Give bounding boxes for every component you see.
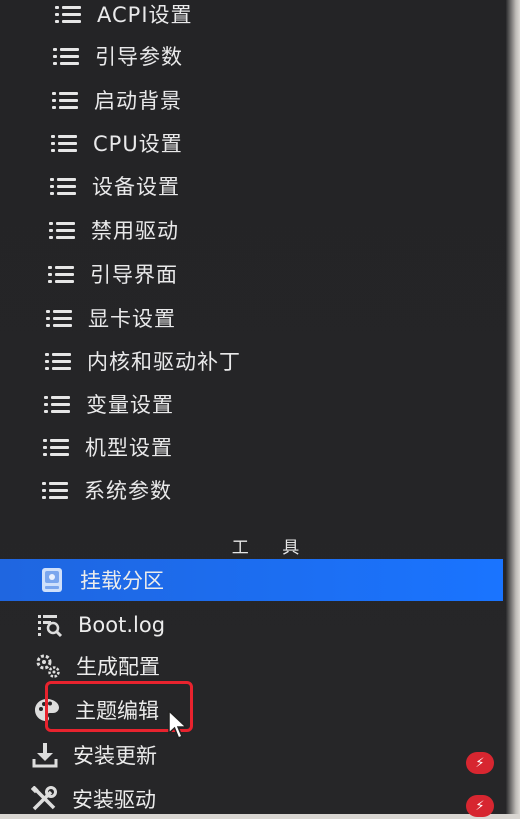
menu-item-label: 系统参数	[84, 479, 172, 503]
tool-label: Boot.log	[78, 613, 166, 637]
tools-section-title: 工 具	[231, 538, 314, 558]
menu-item-boot-args[interactable]: 引导参数	[53, 36, 183, 76]
menu-item-label: 禁用驱动	[91, 219, 179, 243]
sidebar-panel: ACPI设置 引导参数 启动背景 CPU设置 设备设置 禁用驱动 引导界面 显卡…	[0, 0, 520, 817]
tool-install-drivers[interactable]: 安装驱动	[30, 779, 156, 819]
tool-install-update[interactable]: 安装更新	[31, 735, 157, 775]
menu-item-label: 变量设置	[86, 393, 174, 417]
mouse-cursor-icon	[168, 709, 190, 744]
log-search-icon	[36, 611, 64, 639]
menu-item-smbios[interactable]: 机型设置	[43, 427, 173, 467]
tool-boot-log[interactable]: Boot.log	[36, 605, 165, 645]
tool-generate-config[interactable]: 生成配置	[34, 646, 160, 686]
menu-item-label: ACPI设置	[97, 3, 193, 27]
menu-item-label: 引导参数	[95, 45, 183, 69]
tool-label: 生成配置	[76, 655, 160, 679]
menu-item-boot-gui[interactable]: 引导界面	[48, 254, 178, 294]
disk-icon	[38, 566, 66, 594]
menu-item-kernel-patches[interactable]: 内核和驱动补丁	[45, 341, 241, 381]
list-icon	[44, 394, 70, 414]
menu-item-label: CPU设置	[93, 132, 183, 156]
menu-item-devices[interactable]: 设备设置	[50, 166, 180, 206]
tool-label: 安装更新	[73, 744, 157, 768]
list-icon	[43, 437, 69, 457]
gears-icon	[34, 652, 62, 680]
list-icon	[46, 308, 72, 328]
list-icon	[49, 220, 75, 240]
list-icon	[53, 46, 79, 66]
update-badge: ⚡	[466, 752, 494, 774]
menu-item-label: 设备设置	[92, 175, 180, 199]
list-icon	[55, 4, 81, 24]
menu-item-disable-drivers[interactable]: 禁用驱动	[49, 210, 179, 250]
download-icon	[31, 741, 59, 769]
tool-label: 挂载分区	[80, 569, 164, 593]
list-icon	[50, 176, 76, 196]
menu-item-label: 内核和驱动补丁	[87, 350, 241, 374]
menu-item-boot-background[interactable]: 启动背景	[52, 80, 182, 120]
menu-item-cpu[interactable]: CPU设置	[51, 123, 183, 163]
tool-label: 安装驱动	[72, 788, 156, 812]
screen-edge	[506, 0, 520, 814]
menu-item-label: 显卡设置	[88, 307, 176, 331]
menu-item-acpi[interactable]: ACPI设置	[55, 0, 193, 34]
menu-item-system-params[interactable]: 系统参数	[42, 470, 172, 510]
menu-item-label: 机型设置	[85, 436, 173, 460]
menu-item-label: 启动背景	[94, 89, 182, 113]
tool-mount-partition[interactable]: 挂载分区	[38, 560, 164, 600]
menu-item-variables[interactable]: 变量设置	[44, 384, 174, 424]
list-icon	[51, 133, 77, 153]
menu-item-graphics[interactable]: 显卡设置	[46, 298, 176, 338]
list-icon	[48, 264, 74, 284]
list-icon	[52, 90, 78, 110]
menu-item-label: 引导界面	[90, 263, 178, 287]
list-icon	[45, 351, 71, 371]
list-icon	[42, 480, 68, 500]
tools-icon	[30, 785, 58, 813]
